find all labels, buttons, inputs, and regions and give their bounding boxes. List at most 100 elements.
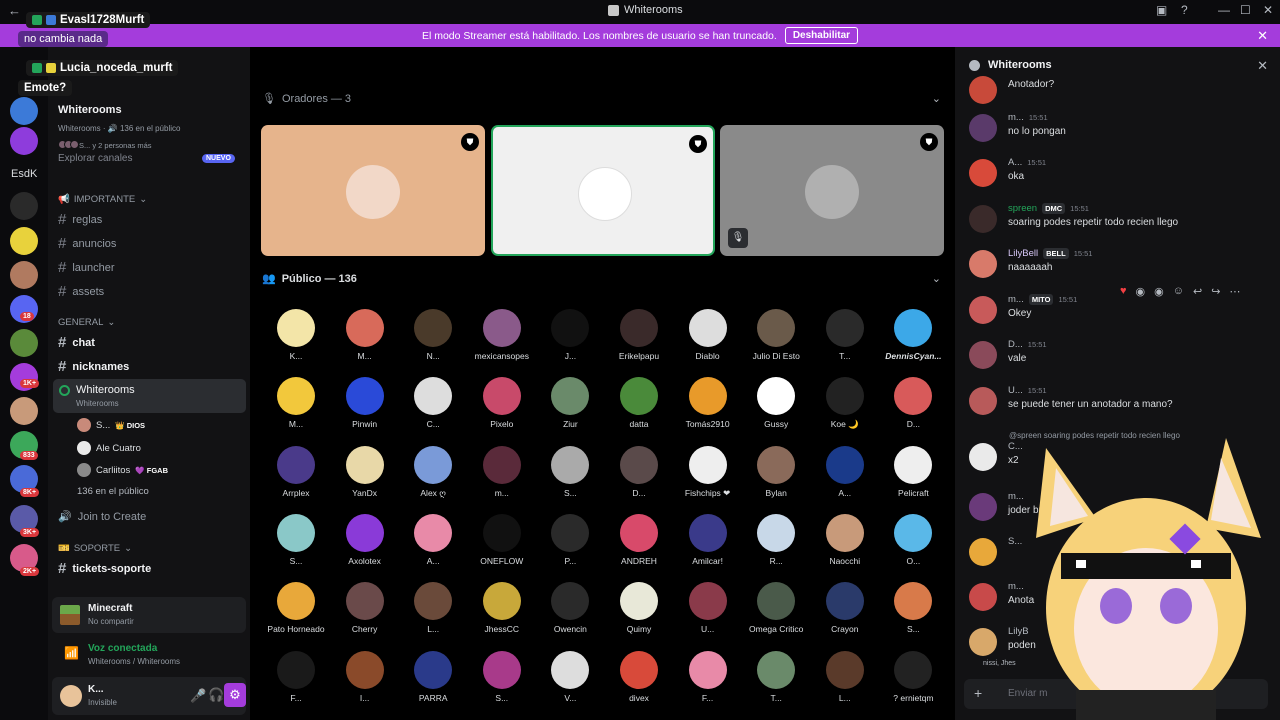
audience-member[interactable]: Quimy — [605, 582, 673, 634]
audience-member[interactable]: S... — [879, 582, 947, 634]
audience-member[interactable]: m... — [468, 445, 536, 498]
channel-nicknames[interactable]: # nicknames — [58, 358, 129, 375]
audience-member[interactable]: R... — [742, 513, 810, 566]
help-icon[interactable]: ? — [1181, 3, 1188, 17]
more-icon[interactable]: ⋯ — [1229, 285, 1240, 298]
server-icon[interactable] — [10, 329, 38, 357]
audience-member[interactable]: datta — [605, 377, 673, 429]
audience-member[interactable]: S... — [468, 650, 536, 703]
headphones-icon[interactable]: 🎧 — [208, 687, 224, 703]
reaction-icon[interactable]: ◉ — [1136, 285, 1146, 298]
category-support[interactable]: 🎫 SOPORTE ⌄ — [58, 543, 132, 554]
channel-join-to-create[interactable]: 🔊 Join to Create — [58, 510, 146, 524]
message-author[interactable]: m... — [1008, 294, 1024, 305]
channel-tickets-soporte[interactable]: # tickets-soporte — [58, 560, 151, 577]
avatar[interactable] — [969, 493, 997, 521]
maximize-button[interactable]: ☐ — [1240, 3, 1251, 17]
audience-member[interactable]: N... — [399, 309, 467, 361]
avatar[interactable] — [969, 76, 997, 104]
audience-member[interactable]: Axolotex — [331, 513, 399, 566]
avatar[interactable] — [969, 250, 997, 278]
audience-count[interactable]: 136 en el público — [77, 486, 149, 497]
chevron-down-icon[interactable]: ⌄ — [932, 272, 941, 285]
audience-member[interactable]: Pinwin — [331, 377, 399, 429]
avatar[interactable] — [969, 205, 997, 233]
reply-icon[interactable]: ↩ — [1193, 285, 1202, 298]
audience-member[interactable]: L... — [811, 650, 879, 703]
audience-member[interactable]: M... — [262, 377, 330, 429]
audience-member[interactable]: Omega Critico — [742, 582, 810, 634]
speaker-tile[interactable]: ⛊ 🎙 — [720, 125, 944, 256]
emoji-icon[interactable]: ☺ — [1173, 285, 1184, 297]
audience-member[interactable]: Fishchips ❤ — [674, 445, 742, 499]
heart-icon[interactable]: ♥ — [1120, 285, 1127, 297]
message-author[interactable]: spreen — [1008, 203, 1037, 214]
mic-muted-icon[interactable]: 🎤 — [190, 688, 206, 704]
audience-member[interactable]: ONEFLOW — [468, 513, 536, 566]
server-icon[interactable] — [10, 127, 38, 155]
stage-channel-whiterooms[interactable]: Whiterooms Whiterooms — [53, 379, 246, 413]
channel-anuncios[interactable]: # anuncios — [58, 235, 116, 252]
audience-member[interactable]: Bylan — [742, 445, 810, 498]
avatar[interactable] — [969, 628, 997, 656]
avatar[interactable] — [969, 341, 997, 369]
audience-member[interactable]: F... — [262, 650, 330, 703]
message-author[interactable]: U... — [1008, 385, 1023, 396]
audience-member[interactable]: D... — [605, 445, 673, 498]
category-important[interactable]: 📢 IMPORTANTE ⌄ — [58, 194, 147, 205]
audience-member[interactable]: JhessCC — [468, 582, 536, 634]
audience-member[interactable]: K... — [262, 309, 330, 361]
audience-member[interactable]: Koe 🌙 — [811, 377, 879, 430]
speakers-header[interactable]: 🎙 Oradores — 3 — [262, 92, 351, 106]
server-icon[interactable] — [10, 261, 38, 289]
audience-member[interactable]: Crayon — [811, 582, 879, 634]
audience-member[interactable]: O... — [879, 513, 947, 566]
audience-member[interactable]: DennisCyan... — [879, 309, 947, 361]
audience-member[interactable]: A... — [811, 445, 879, 498]
avatar[interactable] — [969, 538, 997, 566]
audience-member[interactable]: divex — [605, 650, 673, 703]
audience-member[interactable]: J... — [536, 309, 604, 361]
audience-member[interactable]: mexicansopes — [468, 309, 536, 361]
avatar[interactable] — [969, 114, 997, 142]
chevron-down-icon[interactable]: ⌄ — [932, 92, 941, 105]
banner-close-icon[interactable]: ✕ — [1257, 28, 1268, 44]
audience-member[interactable]: PARRA — [399, 650, 467, 703]
plus-icon[interactable]: + — [974, 685, 982, 701]
close-window-button[interactable]: ✕ — [1263, 3, 1273, 17]
audience-member[interactable]: Pato Horneado — [262, 582, 330, 634]
channel-reglas[interactable]: # reglas — [58, 211, 102, 228]
avatar[interactable] — [60, 685, 82, 707]
audience-member[interactable]: S... — [262, 513, 330, 566]
avatar[interactable] — [969, 159, 997, 187]
audience-member[interactable]: Cherry — [331, 582, 399, 634]
avatar[interactable] — [969, 583, 997, 611]
audience-member[interactable]: Amilcar! — [674, 513, 742, 566]
audience-member[interactable]: Erikelpapu — [605, 309, 673, 361]
close-icon[interactable]: ✕ — [1257, 58, 1268, 74]
avatar[interactable] — [969, 296, 997, 324]
forward-icon[interactable]: ↪ — [1211, 285, 1220, 298]
server-icon[interactable] — [10, 192, 38, 220]
audience-member[interactable]: L... — [399, 582, 467, 634]
audience-member[interactable]: V... — [536, 650, 604, 703]
message-author[interactable]: LilyBell — [1008, 248, 1038, 259]
speaker-tile[interactable]: ⛊ — [491, 125, 715, 256]
audience-member[interactable]: Gussy — [742, 377, 810, 429]
audience-member[interactable]: Pixelo — [468, 377, 536, 429]
explore-channels[interactable]: Explorar canales — [58, 153, 132, 164]
audience-member[interactable]: Arrplex — [262, 445, 330, 498]
gear-icon[interactable]: ⚙ — [224, 683, 246, 707]
avatar[interactable] — [969, 443, 997, 471]
inbox-icon[interactable]: ▣ — [1156, 3, 1167, 17]
audience-member[interactable]: D... — [879, 377, 947, 429]
voice-member[interactable]: S... 👑 DIOS — [77, 418, 145, 432]
audience-member[interactable]: Ziur — [536, 377, 604, 429]
server-folder-label[interactable]: EsdK — [11, 168, 37, 180]
back-icon[interactable]: ← — [8, 3, 21, 18]
message-author[interactable]: D... — [1008, 339, 1023, 350]
audience-member[interactable]: ? ernietqm — [879, 650, 947, 703]
audience-member[interactable]: ANDREH — [605, 513, 673, 566]
audience-member[interactable]: U... — [674, 582, 742, 634]
audience-member[interactable]: Pelicraft — [879, 445, 947, 498]
